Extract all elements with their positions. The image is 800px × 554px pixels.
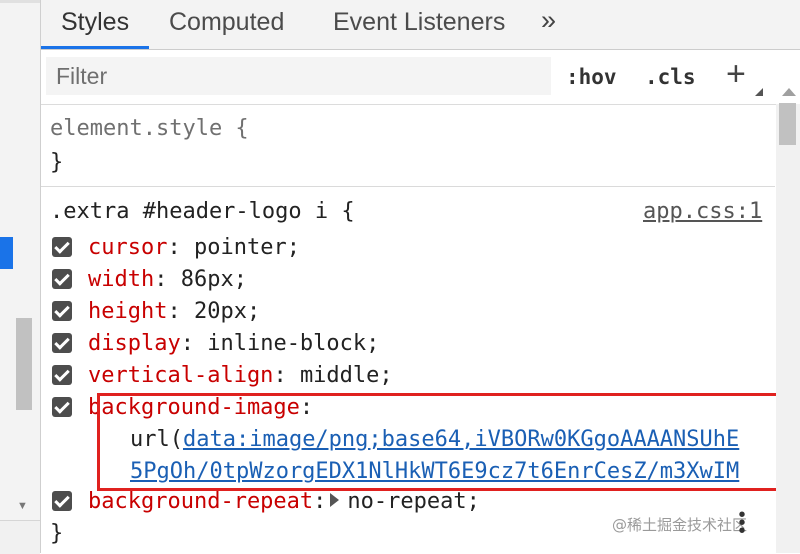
- left-scrollbar-thumb[interactable]: [16, 318, 32, 410]
- declaration-display[interactable]: display: inline-block;: [88, 328, 379, 360]
- declaration-checkbox[interactable]: [52, 365, 72, 385]
- property-name[interactable]: cursor: [88, 235, 167, 260]
- declaration-checkbox[interactable]: [52, 237, 72, 257]
- property-name[interactable]: display: [88, 331, 181, 356]
- watermark-text: @稀土掘金技术社区: [612, 516, 748, 534]
- colon: :: [154, 267, 181, 292]
- source-file-link[interactable]: app.css:1: [643, 196, 762, 228]
- property-name[interactable]: background-repeat: [88, 489, 313, 514]
- declaration-checkbox[interactable]: [52, 269, 72, 289]
- colon: :: [273, 363, 300, 388]
- colon: :: [180, 331, 208, 356]
- left-panel-footer: [0, 520, 40, 554]
- declaration-checkbox[interactable]: [52, 333, 72, 353]
- rule-close-brace: }: [50, 521, 64, 546]
- rule-menu-triangle-icon[interactable]: [755, 88, 763, 96]
- styles-scrollbar-thumb[interactable]: [779, 103, 796, 145]
- rule-selector[interactable]: .extra #header-logo i {: [50, 196, 355, 228]
- more-tabs-chevron-icon[interactable]: »: [541, 5, 556, 35]
- left-panel-edge: [0, 0, 41, 553]
- element-style-section: element.style { }: [41, 105, 775, 187]
- property-value[interactable]: 20px;: [194, 299, 260, 324]
- colon: :: [313, 489, 327, 514]
- declaration-checkbox[interactable]: [52, 301, 72, 321]
- expand-shorthand-icon[interactable]: [330, 493, 340, 507]
- tab-computed[interactable]: Computed: [169, 7, 284, 37]
- property-name[interactable]: height: [88, 299, 167, 324]
- element-style-close-brace: }: [50, 150, 64, 175]
- property-value[interactable]: 86px;: [181, 267, 247, 292]
- colon: :: [167, 235, 194, 260]
- property-name[interactable]: width: [88, 267, 154, 292]
- active-tab-indicator: [41, 46, 149, 49]
- property-value[interactable]: middle;: [300, 363, 393, 388]
- tab-event-listeners[interactable]: Event Listeners: [333, 7, 505, 37]
- sidebar-tab-bar: Styles Computed Event Listeners »: [41, 0, 800, 50]
- declaration-checkbox[interactable]: [52, 491, 72, 511]
- property-value[interactable]: no-repeat;: [347, 489, 479, 514]
- declaration-checkbox[interactable]: [52, 397, 72, 417]
- property-value[interactable]: pointer;: [194, 235, 300, 260]
- declaration-vertical-align[interactable]: vertical-align: middle;: [88, 360, 393, 392]
- declaration-width[interactable]: width: 86px;: [88, 264, 247, 296]
- declaration-height[interactable]: height: 20px;: [88, 296, 260, 328]
- styles-toolbar: :hov .cls +: [41, 50, 800, 105]
- styles-scrollbar-track[interactable]: [776, 104, 800, 553]
- cls-toggle-button[interactable]: .cls: [645, 63, 696, 91]
- property-value[interactable]: inline-block;: [207, 331, 379, 356]
- property-name[interactable]: vertical-align: [88, 363, 273, 388]
- more-options-icon[interactable]: • • •: [738, 505, 746, 541]
- new-style-rule-button[interactable]: +: [726, 56, 746, 92]
- highlight-annotation-box: [97, 393, 780, 491]
- element-style-selector[interactable]: element.style {: [50, 113, 249, 145]
- hov-toggle-button[interactable]: :hov: [566, 63, 617, 91]
- left-panel-divider: [0, 0, 40, 3]
- left-selection-marker: [0, 237, 13, 269]
- tab-styles[interactable]: Styles: [61, 7, 129, 37]
- scroll-down-arrow-icon[interactable]: ▼: [17, 500, 28, 512]
- colon: :: [167, 299, 194, 324]
- filter-input[interactable]: [46, 57, 551, 95]
- scroll-up-arrow-icon[interactable]: [782, 88, 796, 96]
- declaration-cursor[interactable]: cursor: pointer;: [88, 232, 300, 264]
